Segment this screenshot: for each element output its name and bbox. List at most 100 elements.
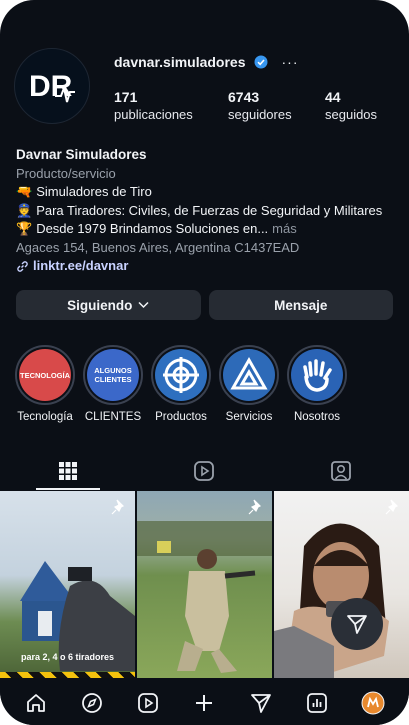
profile-stats: 171 publicaciones 6743 seguidores 44 seg… — [114, 88, 394, 124]
highlight-tecnologia[interactable]: TECNOLOGÍA Tecnología — [14, 345, 76, 423]
police-emoji-icon: 👮 — [16, 202, 33, 218]
profile-actions: Siguiendo Mensaje — [16, 290, 393, 320]
post-caption: para 2, 4 o 6 tiradores — [20, 652, 115, 662]
gun-emoji-icon: 🔫 — [16, 184, 33, 199]
davnar-logo: DR — [29, 70, 75, 103]
posts-stat[interactable]: 171 publicaciones — [114, 88, 228, 124]
profile-nav-button[interactable] — [360, 690, 386, 716]
highlight-cover: TECNOLOGÍA — [19, 349, 71, 401]
bio-line: 👮 Para Tiradores: Civiles, de Fuerzas de… — [16, 202, 401, 221]
bio-line-text: Para Tiradores: Civiles, de Fuerzas de S… — [36, 202, 383, 218]
reels-nav-button[interactable] — [135, 690, 161, 716]
highlight-label: Tecnología — [17, 411, 73, 423]
following-stat[interactable]: 44 seguidos — [325, 88, 377, 124]
profile-category: Producto/servicio — [16, 165, 116, 181]
address[interactable]: Agaces 154, Buenos Aires, Argentina C143… — [16, 239, 401, 258]
posts-count: 171 — [114, 89, 138, 105]
following-label: seguidos — [325, 107, 378, 122]
send-icon — [347, 615, 367, 634]
reels-icon — [138, 692, 159, 713]
bio-line-text: Desde 1979 Brindamos Soluciones en... — [36, 221, 269, 236]
highlight-cover — [291, 349, 343, 401]
profile-name: Davnar Simuladores — [16, 147, 147, 162]
verified-badge-icon — [254, 55, 268, 69]
followers-label: seguidores — [228, 107, 292, 122]
highlight-ring — [287, 345, 347, 405]
woman-with-pistol-image — [274, 523, 389, 678]
followers-stat[interactable]: 6743 seguidores — [228, 88, 325, 124]
create-nav-button[interactable] — [191, 690, 217, 716]
tent-target-image — [20, 561, 135, 671]
more-link[interactable]: más — [272, 220, 297, 239]
reels-icon — [194, 461, 215, 481]
home-nav-button[interactable] — [23, 690, 49, 716]
highlight-cover-text: ALGUNOS CLIENTES — [94, 366, 132, 384]
highlight-cover — [155, 349, 207, 401]
messages-nav-button[interactable] — [248, 690, 274, 716]
post-thumbnail[interactable]: para 2, 4 o 6 tiradores — [0, 491, 135, 678]
bottom-nav — [0, 680, 409, 725]
posts-grid: para 2, 4 o 6 tiradores — [0, 491, 409, 678]
bio-line: 🏆 Desde 1979 Brindamos Soluciones en... … — [16, 220, 401, 239]
highlight-productos[interactable]: Productos — [150, 345, 212, 423]
link-text: linktr.ee/davnar — [33, 258, 129, 273]
compass-icon — [82, 692, 103, 713]
link-icon — [17, 261, 28, 272]
profile-header: DR davnar.simuladores ··· 171 publicacio… — [14, 48, 394, 138]
highlight-label: Servicios — [225, 411, 273, 423]
profile-avatar-icon — [361, 691, 385, 714]
tagged-person-icon — [330, 461, 351, 481]
crosshair-icon — [163, 357, 199, 393]
following-button[interactable]: Siguiendo — [16, 290, 201, 320]
avatar[interactable]: DR — [14, 48, 90, 124]
following-count: 44 — [325, 89, 341, 105]
message-button-label: Mensaje — [274, 297, 328, 313]
chevron-down-icon — [138, 301, 149, 309]
username: davnar.simuladores — [114, 54, 246, 70]
home-icon — [27, 693, 45, 712]
highlight-ring: TECNOLOGÍA — [15, 345, 75, 405]
profile-tabs — [0, 452, 409, 490]
highlight-cover — [223, 349, 275, 401]
grid-icon — [59, 462, 78, 480]
post-thumbnail[interactable] — [274, 491, 409, 678]
story-highlights: TECNOLOGÍA Tecnología ALGUNOS CLIENTES C… — [14, 345, 348, 423]
highlight-ring — [219, 345, 279, 405]
post-thumbnail[interactable] — [137, 491, 272, 678]
highlight-cover-text: TECNOLOGÍA — [20, 370, 70, 380]
highlight-nosotros[interactable]: Nosotros — [286, 345, 348, 423]
pin-icon — [111, 499, 125, 515]
external-link[interactable]: linktr.ee/davnar — [16, 257, 401, 276]
highlight-clientes[interactable]: ALGUNOS CLIENTES CLIENTES — [82, 345, 144, 423]
posts-label: publicaciones — [114, 107, 193, 122]
plus-icon — [196, 694, 213, 711]
bio-line: 🔫 Simuladores de Tiro — [16, 183, 401, 202]
bar-chart-icon — [306, 692, 327, 713]
highlight-label: Productos — [155, 411, 207, 423]
message-button[interactable]: Mensaje — [208, 290, 393, 320]
hand-icon — [303, 359, 332, 392]
tab-reels[interactable] — [136, 452, 272, 490]
highlight-label: CLIENTES — [84, 411, 142, 423]
profile-bio: Davnar Simuladores Producto/servicio 🔫 S… — [16, 146, 401, 276]
highlight-ring: ALGUNOS CLIENTES — [83, 345, 143, 405]
bio-line-text: Simuladores de Tiro — [36, 184, 152, 199]
share-button[interactable] — [331, 598, 383, 650]
trophy-emoji-icon: 🏆 — [16, 221, 33, 236]
pin-icon — [385, 499, 399, 515]
insights-nav-button[interactable] — [304, 690, 330, 716]
triangle-icon — [230, 356, 268, 390]
pin-icon — [248, 499, 262, 515]
kneeling-shooter-image — [137, 521, 272, 673]
send-icon — [250, 693, 271, 713]
highlight-cover: ALGUNOS CLIENTES — [87, 349, 139, 401]
tab-tagged[interactable] — [273, 452, 409, 490]
followers-count: 6743 — [228, 89, 260, 105]
more-options-icon[interactable]: ··· — [282, 54, 299, 70]
phone-frame: DR davnar.simuladores ··· 171 publicacio… — [0, 0, 409, 725]
highlight-servicios[interactable]: Servicios — [218, 345, 280, 423]
hazard-stripe — [0, 672, 135, 678]
following-button-label: Siguiendo — [67, 297, 133, 313]
tab-posts-grid[interactable] — [0, 452, 136, 490]
explore-nav-button[interactable] — [79, 690, 105, 716]
